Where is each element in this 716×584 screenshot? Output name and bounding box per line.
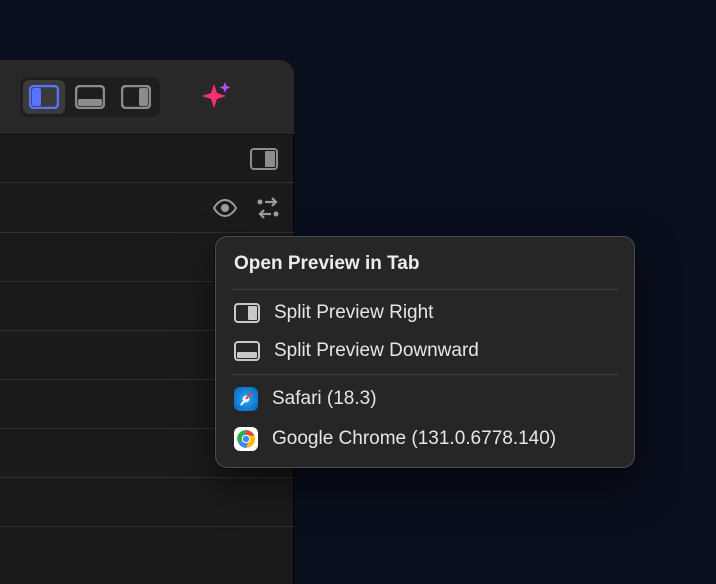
layout-right-icon — [121, 85, 151, 109]
top-toolbar — [0, 60, 294, 135]
list-row — [0, 475, 294, 527]
menu-item-label: Split Preview Downward — [274, 340, 479, 362]
preview-mode-row — [0, 135, 294, 183]
layout-left-sidebar-button[interactable] — [23, 80, 65, 114]
sparkle-icon — [199, 80, 233, 114]
popover-title: Open Preview in Tab — [216, 245, 634, 285]
safari-app-icon — [234, 387, 258, 411]
menu-item-label: Safari (18.3) — [272, 388, 377, 410]
chrome-app-icon — [234, 427, 258, 451]
menu-item-split-right[interactable]: Split Preview Right — [216, 294, 634, 332]
menu-item-safari[interactable]: Safari (18.3) — [216, 379, 634, 419]
split-vertical-icon[interactable] — [250, 148, 278, 170]
preview-actions-row — [0, 183, 294, 233]
ai-sparkle-button[interactable] — [196, 77, 236, 117]
popover-separator — [232, 374, 618, 375]
split-right-icon — [234, 303, 260, 323]
swap-arrows-icon[interactable] — [256, 197, 280, 219]
layout-toggle-group — [20, 77, 160, 117]
popover-title-text: Open Preview in Tab — [234, 253, 419, 275]
split-down-icon — [234, 341, 260, 361]
popover-separator — [232, 289, 618, 290]
preview-destination-popover: Open Preview in Tab Split Preview Right … — [215, 236, 635, 468]
menu-item-split-downward[interactable]: Split Preview Downward — [216, 332, 634, 370]
eye-icon[interactable] — [212, 199, 238, 217]
menu-item-label: Split Preview Right — [274, 302, 433, 324]
layout-left-icon — [29, 85, 59, 109]
layout-bottom-panel-button[interactable] — [69, 80, 111, 114]
layout-right-sidebar-button[interactable] — [115, 80, 157, 114]
layout-bottom-icon — [75, 85, 105, 109]
menu-item-label: Google Chrome (131.0.6778.140) — [272, 428, 556, 450]
menu-item-chrome[interactable]: Google Chrome (131.0.6778.140) — [216, 419, 634, 459]
